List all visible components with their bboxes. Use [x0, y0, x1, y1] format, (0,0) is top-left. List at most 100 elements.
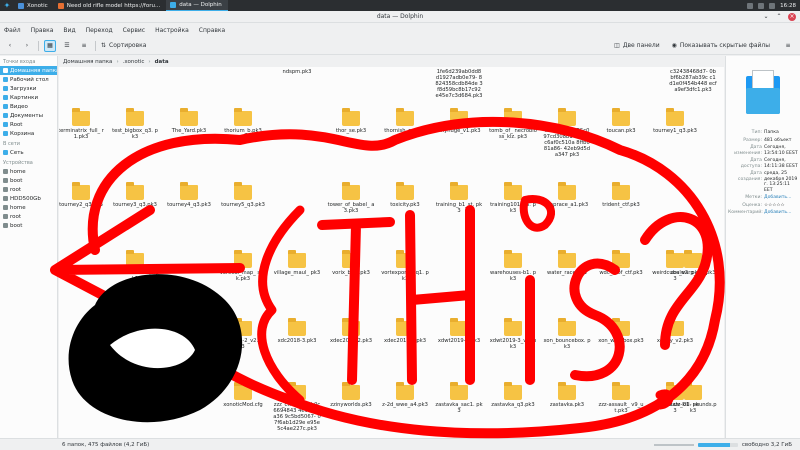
menu-item[interactable]: Настройка: [155, 27, 189, 34]
split-view-button[interactable]: ◫ Две панели: [614, 40, 659, 52]
network-icon[interactable]: [747, 2, 754, 9]
file-item[interactable]: 1fe6d239ab0dd8 d1927adb0e79- 8824358cdb8…: [435, 69, 483, 99]
breadcrumb-item[interactable]: Домашняя папка: [63, 59, 112, 65]
file-item[interactable]: vorix_b_ta.pk3: [327, 250, 375, 276]
file-item[interactable]: xdwt2019-3_v2. pk3: [489, 318, 537, 350]
menu-item[interactable]: Файл: [4, 27, 21, 34]
clock[interactable]: 16:28: [780, 3, 796, 9]
place-item[interactable]: Корзина: [0, 129, 57, 138]
forward-icon[interactable]: ›: [21, 40, 33, 52]
file-item[interactable]: xonotic- 20200715-data. pk3: [111, 382, 159, 414]
file-item[interactable]: village_maul_ pk3: [273, 250, 321, 276]
file-item[interactable]: vertical_map_ suck.pk3: [219, 250, 267, 282]
file-item[interactable]: tomb-full- bf35c097cd308b1 8e55dc6af0c51…: [543, 108, 591, 158]
file-item[interactable]: tower_of_babel_ a3.pk3: [327, 182, 375, 214]
file-item[interactable]: toxicity.pk3: [381, 182, 429, 208]
file-item[interactable]: traprace_a1.pk3: [543, 182, 591, 208]
file-item[interactable]: xonoticMod.cfg: [219, 382, 267, 408]
file-item[interactable]: tourney4_q3.pk3: [165, 182, 213, 208]
file-item[interactable]: tinyhuge_v1.pk3: [435, 108, 483, 134]
details-view-icon[interactable]: ≡: [78, 40, 90, 52]
file-item[interactable]: xdc2018-2_v2. pk3: [219, 318, 267, 350]
file-item[interactable]: zastavka_q3.pk3: [489, 382, 537, 408]
file-item[interactable]: underworks2_q3.pk3: [111, 250, 159, 282]
taskbar-task[interactable]: Xonotic: [14, 0, 54, 11]
file-item[interactable]: xdwt2019-1.pk3: [435, 318, 483, 344]
file-item[interactable]: tomb_of_ necrobioss_klz. pk3: [489, 108, 537, 140]
file-item[interactable]: xonity_v2.pk3: [651, 318, 699, 344]
place-item[interactable]: Картинки: [0, 93, 57, 102]
place-item[interactable]: Видео: [0, 102, 57, 111]
file-item[interactable]: zzz_ctf-full- 4eb0c6694843 4e9c835a36 9c…: [273, 382, 321, 432]
menu-item[interactable]: Вид: [63, 27, 75, 34]
file-item[interactable]: thornish_oa.pk3: [381, 108, 429, 134]
file-item[interactable]: warehouses-b1. pk3: [489, 250, 537, 282]
place-item[interactable]: root: [0, 212, 57, 221]
zoom-slider[interactable]: [653, 443, 694, 446]
place-item[interactable]: Домашняя папка: [0, 66, 57, 75]
icons-view-icon[interactable]: ▦: [44, 39, 56, 52]
menu-item[interactable]: Переход: [86, 27, 113, 34]
menu-item[interactable]: Сервис: [123, 27, 145, 34]
taskbar-task[interactable]: Need old rifle model https://foru...: [54, 0, 167, 11]
volume-icon[interactable]: [758, 2, 765, 9]
maximize-icon[interactable]: ⌃: [775, 13, 783, 21]
file-item[interactable]: z-2d_wwe_a4.pk3: [381, 382, 429, 408]
file-item[interactable]: xdec2018-5.pk3: [381, 318, 429, 344]
file-item[interactable]: training101_q3. pk3: [489, 182, 537, 214]
file-item[interactable]: vortexportal_q1. pk3: [381, 250, 429, 282]
place-item[interactable]: root: [0, 185, 57, 194]
file-item[interactable]: xdc2018-3.pk3: [273, 318, 321, 344]
file-item[interactable]: trident_ctf.pk3: [597, 182, 645, 208]
place-item[interactable]: Рабочий стол: [0, 75, 57, 84]
place-item[interactable]: boot: [0, 221, 57, 230]
file-item[interactable]: The_Yard.pk3: [165, 108, 213, 134]
file-item[interactable]: ndspm.pk3: [273, 69, 321, 75]
app-launcher-icon[interactable]: ✦: [0, 0, 14, 11]
compact-view-icon[interactable]: ☰: [61, 40, 73, 52]
back-icon[interactable]: ‹: [4, 40, 16, 52]
file-item[interactable]: tourney2_q3.pk3: [59, 182, 105, 208]
clipboard-icon[interactable]: [769, 2, 776, 9]
file-item[interactable]: toucan.pk3: [597, 108, 645, 134]
sort-button[interactable]: ⇅ Сортировка: [101, 40, 146, 52]
file-item[interactable]: xdec2018-2.pk3: [327, 318, 375, 344]
file-item[interactable]: c32438468d7- 0bbf6b287ab39c c1d1e0f454b4…: [669, 69, 717, 93]
file-item[interactable]: zastavka.pk3: [543, 382, 591, 408]
breadcrumb-item[interactable]: .xonotic: [123, 59, 145, 65]
file-item[interactable]: tourney5_q3.pk3: [219, 182, 267, 208]
file-item[interactable]: tourney3_q3.pk3: [111, 182, 159, 208]
menu-item[interactable]: Правка: [31, 27, 54, 34]
breadcrumb-item[interactable]: data: [155, 59, 169, 65]
file-item[interactable]: xon_bouncebox. pk3: [543, 318, 591, 350]
file-item[interactable]: wdc_roof_ctf.pk3: [597, 250, 645, 276]
close-icon[interactable]: ×: [788, 13, 796, 21]
minimize-icon[interactable]: ⌄: [762, 13, 770, 21]
file-item[interactable]: thorium_b.pk3: [219, 108, 267, 134]
menu-item[interactable]: Справка: [199, 27, 225, 34]
show-hidden-button[interactable]: ◉ Показывать скрытые файлы: [672, 40, 770, 52]
place-item[interactable]: home: [0, 203, 57, 212]
file-item[interactable]: terminatrix_full_ r1.pk3: [59, 108, 105, 140]
file-item[interactable]: zzz-assault_ v9_ut.pk3: [597, 382, 645, 414]
file-item[interactable]: water_race.pk3: [543, 250, 591, 276]
file-item[interactable]: xcalwarp_v2. pk3: [669, 250, 717, 276]
file-item[interactable]: xon_warpbox.pk3: [597, 318, 645, 344]
place-item[interactable]: Root: [0, 120, 57, 129]
file-item[interactable]: test_bigbox_q3. pk3: [111, 108, 159, 140]
file-item[interactable]: zastavka_sac1. pk3: [435, 382, 483, 414]
place-item[interactable]: Загрузки: [0, 84, 57, 93]
file-item[interactable]: zzinyworlds.pk3: [327, 382, 375, 408]
window-titlebar[interactable]: data — Dolphin ⌄ ⌃ ×: [0, 11, 800, 23]
place-item[interactable]: HDD500Gb: [0, 194, 57, 203]
file-item[interactable]: thor_se.pk3: [327, 108, 375, 134]
place-item[interactable]: boot: [0, 176, 57, 185]
place-item[interactable]: Документы: [0, 111, 57, 120]
file-item[interactable]: tourney1_q3.pk3: [651, 108, 699, 134]
place-item[interactable]: home: [0, 167, 57, 176]
menu-icon[interactable]: ≡: [782, 40, 794, 52]
taskbar-task[interactable]: data — Dolphin: [166, 0, 228, 11]
file-item[interactable]: zzzz-kill- sounds.pk3: [669, 382, 717, 414]
place-item[interactable]: Сеть: [0, 148, 57, 157]
file-view[interactable]: ndspm.pk3 1fe6d239ab0dd8 d1927adb0e79- 88…: [59, 67, 724, 438]
